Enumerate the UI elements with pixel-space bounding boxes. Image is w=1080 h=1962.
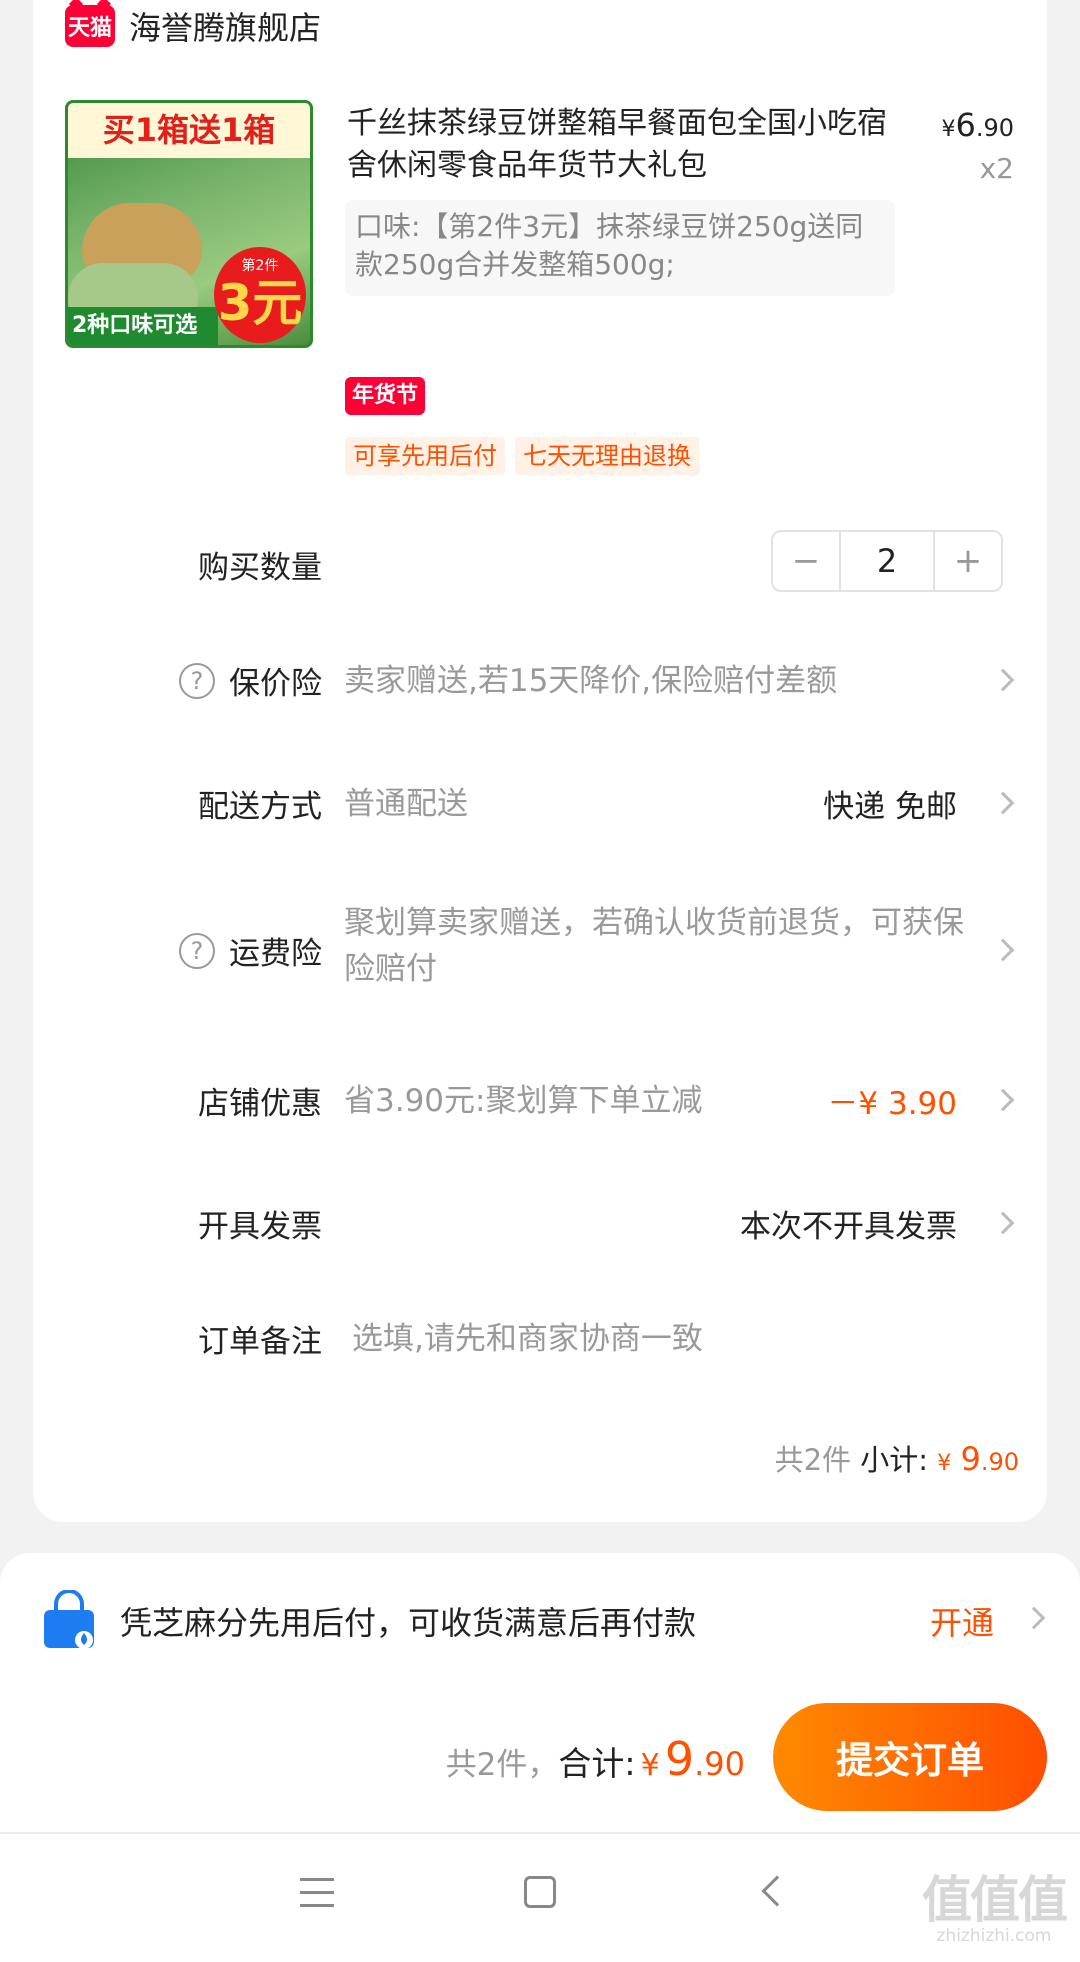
shop-discount-desc: 省3.90元:聚划算下单立减 (344, 1083, 703, 1119)
total-label: 合计: (558, 1744, 636, 1783)
product-quantity: x2 (979, 152, 1014, 185)
credit-pay-row[interactable]: 凭芝麻分先用后付，可收货满意后再付款 开通 (0, 1580, 1080, 1666)
invoice-label: 开具发票 (198, 1209, 322, 1245)
order-note-input[interactable]: 选填,请先和商家协商一致 (352, 1316, 703, 1362)
total-count: 共2件， (445, 1747, 559, 1783)
increase-button[interactable]: + (935, 532, 1001, 590)
subtotal-integer: 9 (960, 1440, 981, 1478)
product-title[interactable]: 千丝抹茶绿豆饼整箱早餐面包全国小吃宿舍休闲零食品年货节大礼包 (347, 103, 887, 187)
quantity-value[interactable]: 2 (839, 532, 935, 590)
subtotal-decimal: .90 (980, 1448, 1019, 1476)
burst-price: 3元 (217, 274, 303, 332)
total-currency: ¥ (640, 1748, 660, 1783)
order-note-label: 订单备注 (198, 1324, 322, 1360)
delivery-label: 配送方式 (198, 789, 322, 825)
product-thumbnail[interactable]: 买1箱送1箱 2种口味可选 第2件 3元 (65, 100, 313, 348)
service-tag: 可享先用后付 (345, 437, 505, 475)
chevron-right-icon (1022, 1606, 1046, 1630)
quantity-label: 购买数量 (198, 550, 322, 586)
back-icon[interactable] (761, 1875, 793, 1907)
watermark: 值值值 zhizhizhi.com (922, 1871, 1068, 1946)
subtotal-count: 共2件 (774, 1443, 852, 1477)
burst-caption: 第2件 (241, 258, 279, 274)
order-total: 共2件，合计: ¥ 9.90 (446, 1732, 745, 1786)
shop-name: 海誉腾旗舰店 (129, 9, 322, 47)
decrease-button[interactable]: − (773, 532, 839, 590)
shipping-insurance-label-group: ? 运费险 (179, 928, 322, 973)
price-currency: ¥ (941, 117, 956, 142)
price-decimal: .90 (975, 114, 1014, 142)
subtotal-amount: ¥ 9.90 (937, 1440, 1019, 1478)
tmall-logo-icon: 天猫 (65, 5, 115, 47)
service-tags: 可享先用后付 七天无理由退换 (345, 437, 699, 475)
price-integer: 6 (955, 106, 976, 144)
question-icon[interactable]: ? (179, 932, 215, 969)
price-protection-label: 保价险 (229, 666, 322, 702)
service-tag: 七天无理由退换 (515, 437, 699, 475)
system-navbar (0, 1834, 1080, 1962)
shipping-insurance-label: 运费险 (229, 936, 322, 972)
thumbnail-flavor-label: 2种口味可选 (68, 307, 218, 345)
product-price: ¥6.90 (941, 106, 1014, 144)
home-icon[interactable] (524, 1876, 556, 1908)
shopping-bag-icon (44, 1590, 94, 1649)
subtotal-label: 小计: (860, 1443, 929, 1477)
subtotal-currency: ¥ (937, 1451, 952, 1476)
delivery-value: 快递 免邮 (823, 789, 957, 825)
submit-order-button[interactable]: 提交订单 (773, 1703, 1047, 1811)
sku-info[interactable]: 口味:【第2件3元】抹茶绿豆饼250g送同款250g合并发整箱500g; (345, 200, 895, 296)
invoice-value: 本次不开具发票 (740, 1209, 957, 1245)
price-protection-label-group: ? 保价险 (179, 658, 322, 703)
subtotal: 共2件 小计: ¥ 9.90 (775, 1437, 1019, 1479)
promo-tag: 年货节 (345, 377, 426, 415)
shop-discount-label: 店铺优惠 (198, 1086, 322, 1122)
total-decimal: .90 (694, 1745, 745, 1783)
price-protection-desc: 卖家赠送,若15天降价,保险赔付差额 (344, 663, 838, 699)
question-icon[interactable]: ? (179, 662, 215, 699)
watermark-url: zhizhizhi.com (936, 1926, 1052, 1946)
credit-pay-text: 凭芝麻分先用后付，可收货满意后再付款 (120, 1604, 697, 1642)
credit-open-button[interactable]: 开通 (930, 1598, 994, 1644)
thumbnail-price-burst: 第2件 3元 (214, 247, 306, 343)
quantity-stepper: − 2 + (771, 530, 1003, 592)
thumbnail-banner: 买1箱送1箱 (68, 103, 310, 158)
menu-icon[interactable] (300, 1878, 334, 1908)
total-amount: ¥ 9.90 (641, 1732, 745, 1786)
shipping-insurance-desc: 聚划算卖家赠送，若确认收货前退货，可获保险赔付 (344, 905, 964, 987)
total-integer: 9 (664, 1732, 695, 1786)
shop-header[interactable]: 天猫 海誉腾旗舰店 (65, 3, 321, 49)
delivery-desc: 普通配送 (344, 786, 468, 822)
shop-discount-value: －¥ 3.90 (827, 1086, 957, 1122)
watermark-logo: 值值值 (922, 1871, 1068, 1929)
